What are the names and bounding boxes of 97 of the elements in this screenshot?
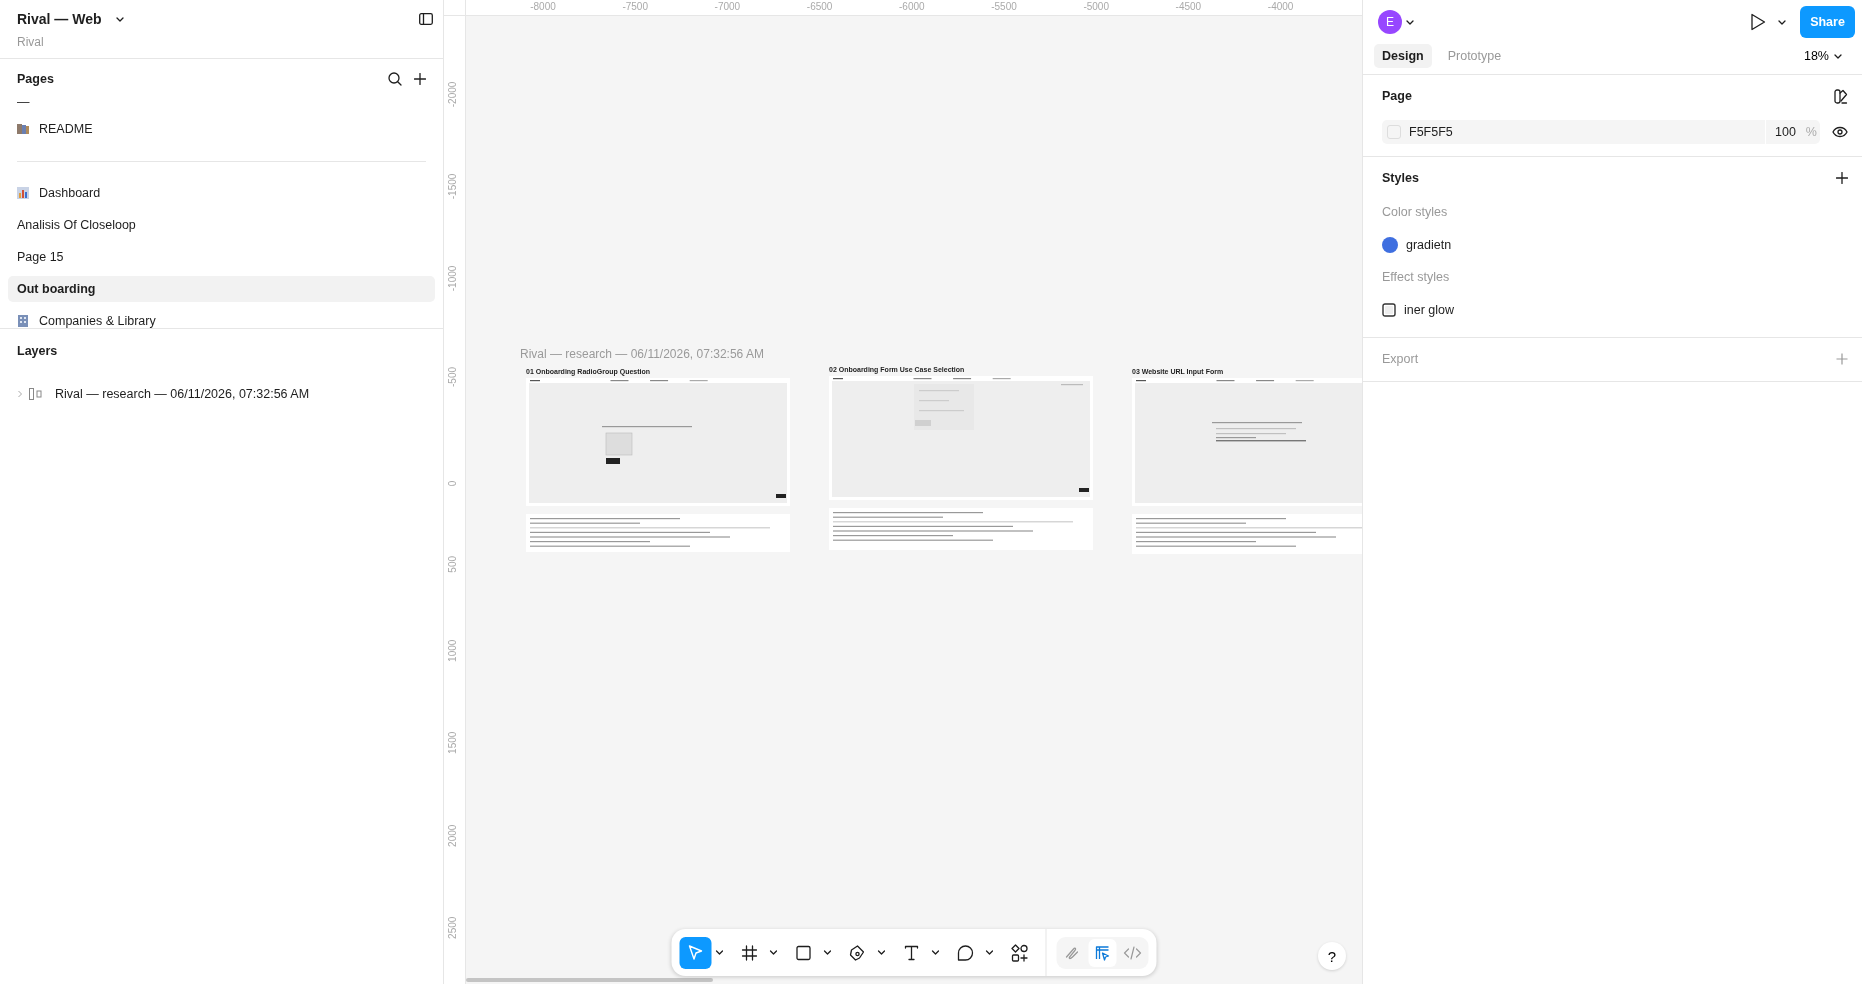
frame-icon (741, 944, 758, 961)
present-menu-button[interactable] (1778, 19, 1786, 25)
ruler-label: 2500 (447, 916, 458, 939)
opacity-value[interactable]: 100 (1775, 125, 1796, 139)
play-icon (1750, 13, 1766, 31)
add-page-button[interactable] (414, 73, 426, 85)
tool-menu-button[interactable] (715, 950, 724, 955)
page-item[interactable]: Analisis Of Closeloop (8, 209, 435, 241)
caret-icon (115, 16, 124, 22)
page-options-button[interactable] (1834, 88, 1848, 104)
books-icon (17, 123, 29, 135)
avatar[interactable]: E (1378, 10, 1402, 34)
caret-icon (985, 950, 994, 955)
layer-name[interactable]: Rival — research — 06/11/2026, 07:32:56 AM (55, 387, 310, 401)
ruler-label: -8000 (530, 1, 556, 12)
design-mode-icon (1094, 944, 1111, 961)
ruler-label: 1000 (447, 639, 458, 663)
file-menu-button[interactable] (115, 16, 124, 22)
caret-icon (1406, 19, 1414, 25)
add-style-button[interactable] (1836, 172, 1848, 184)
page-item[interactable]: Out boarding (8, 276, 435, 302)
ruler-label: 0 (447, 480, 458, 486)
text-icon (903, 944, 920, 961)
caret-icon (1778, 19, 1786, 25)
ruler-label: -500 (447, 366, 458, 387)
style-name[interactable]: gradietn (1406, 238, 1452, 252)
page-item[interactable]: Dashboard (8, 177, 435, 209)
panel-tab[interactable]: Design (1374, 44, 1432, 68)
tool-menu-button[interactable] (769, 950, 778, 955)
section-icon (29, 388, 43, 400)
eye-icon (1832, 126, 1848, 138)
page-item[interactable]: Page 15 (8, 241, 435, 273)
page-item[interactable]: Companies & Library (8, 305, 435, 337)
shapes-icon (1010, 943, 1029, 962)
pages-heading: Pages (17, 72, 54, 86)
export-heading: Export (1382, 352, 1419, 366)
cursor-icon (686, 943, 705, 962)
ruler-label: -7500 (622, 1, 648, 12)
visibility-button[interactable] (1832, 126, 1848, 138)
page-item[interactable]: — (8, 91, 435, 113)
chevron-icon (17, 390, 23, 398)
tool-menu-button[interactable] (985, 950, 994, 955)
ruler-label: -6500 (806, 1, 833, 12)
plus-icon (414, 73, 426, 85)
ruler-label: -4000 (1267, 1, 1294, 12)
caret-icon (877, 950, 886, 955)
sidebar-icon (419, 13, 433, 25)
ruler-label: -1500 (447, 173, 458, 200)
ruler-label: -5500 (991, 1, 1017, 12)
file-title: Rival — Web (17, 11, 102, 27)
expand-toggle[interactable] (17, 390, 23, 398)
effect-style-icon (1382, 303, 1396, 317)
ruler-label: 500 (447, 555, 458, 573)
design-mode-button[interactable] (1088, 938, 1117, 967)
sidebar-toggle-button[interactable] (419, 13, 433, 25)
bar-chart-icon (17, 187, 29, 199)
ruler-label: -5000 (1083, 1, 1109, 12)
styles-heading: Styles (1382, 171, 1419, 185)
caret-icon (1834, 53, 1842, 59)
help-button[interactable]: ? (1318, 942, 1346, 970)
speech-bubble-icon (956, 943, 975, 962)
ruler-label: -2000 (447, 81, 458, 108)
caret-icon (931, 950, 940, 955)
ruler-label: -4500 (1175, 1, 1202, 12)
ruler-label: 1500 (447, 732, 458, 755)
scrollbar[interactable] (466, 978, 713, 982)
page-item[interactable]: README (8, 113, 435, 145)
caret-icon (823, 950, 832, 955)
style-group-heading: Color styles (1382, 205, 1448, 219)
search-icon (388, 72, 402, 86)
present-button[interactable] (1750, 13, 1766, 31)
plus-icon (1836, 353, 1848, 365)
zoom-menu[interactable]: 18% (1797, 48, 1848, 64)
color-swatch[interactable] (1387, 125, 1401, 139)
account-menu-button[interactable] (1406, 19, 1414, 25)
rectangle-icon (795, 944, 812, 961)
page-heading: Page (1382, 89, 1412, 103)
pen-icon (848, 943, 867, 962)
style-group-heading: Effect styles (1382, 270, 1450, 284)
ruler-label: -7000 (714, 1, 741, 12)
caret-icon (769, 950, 778, 955)
style-name[interactable]: iner glow (1404, 303, 1455, 317)
tool-menu-button[interactable] (823, 950, 832, 955)
code-icon (1123, 944, 1142, 961)
color-value[interactable]: F5F5F5 (1409, 125, 1453, 139)
page-color-field[interactable]: F5F5F5 100 % (1382, 120, 1820, 144)
tool-menu-button[interactable] (931, 950, 940, 955)
swatch-icon (1834, 88, 1848, 104)
ruler-label: -6000 (899, 1, 925, 12)
caret-icon (715, 950, 724, 955)
layers-heading: Layers (17, 344, 58, 358)
ruler-label: 2000 (447, 824, 458, 847)
percent-unit: % (1805, 125, 1817, 139)
search-button[interactable] (388, 72, 402, 86)
tool-menu-button[interactable] (877, 950, 886, 955)
ruler-label: -1000 (447, 266, 458, 292)
plus-icon (1836, 172, 1848, 184)
